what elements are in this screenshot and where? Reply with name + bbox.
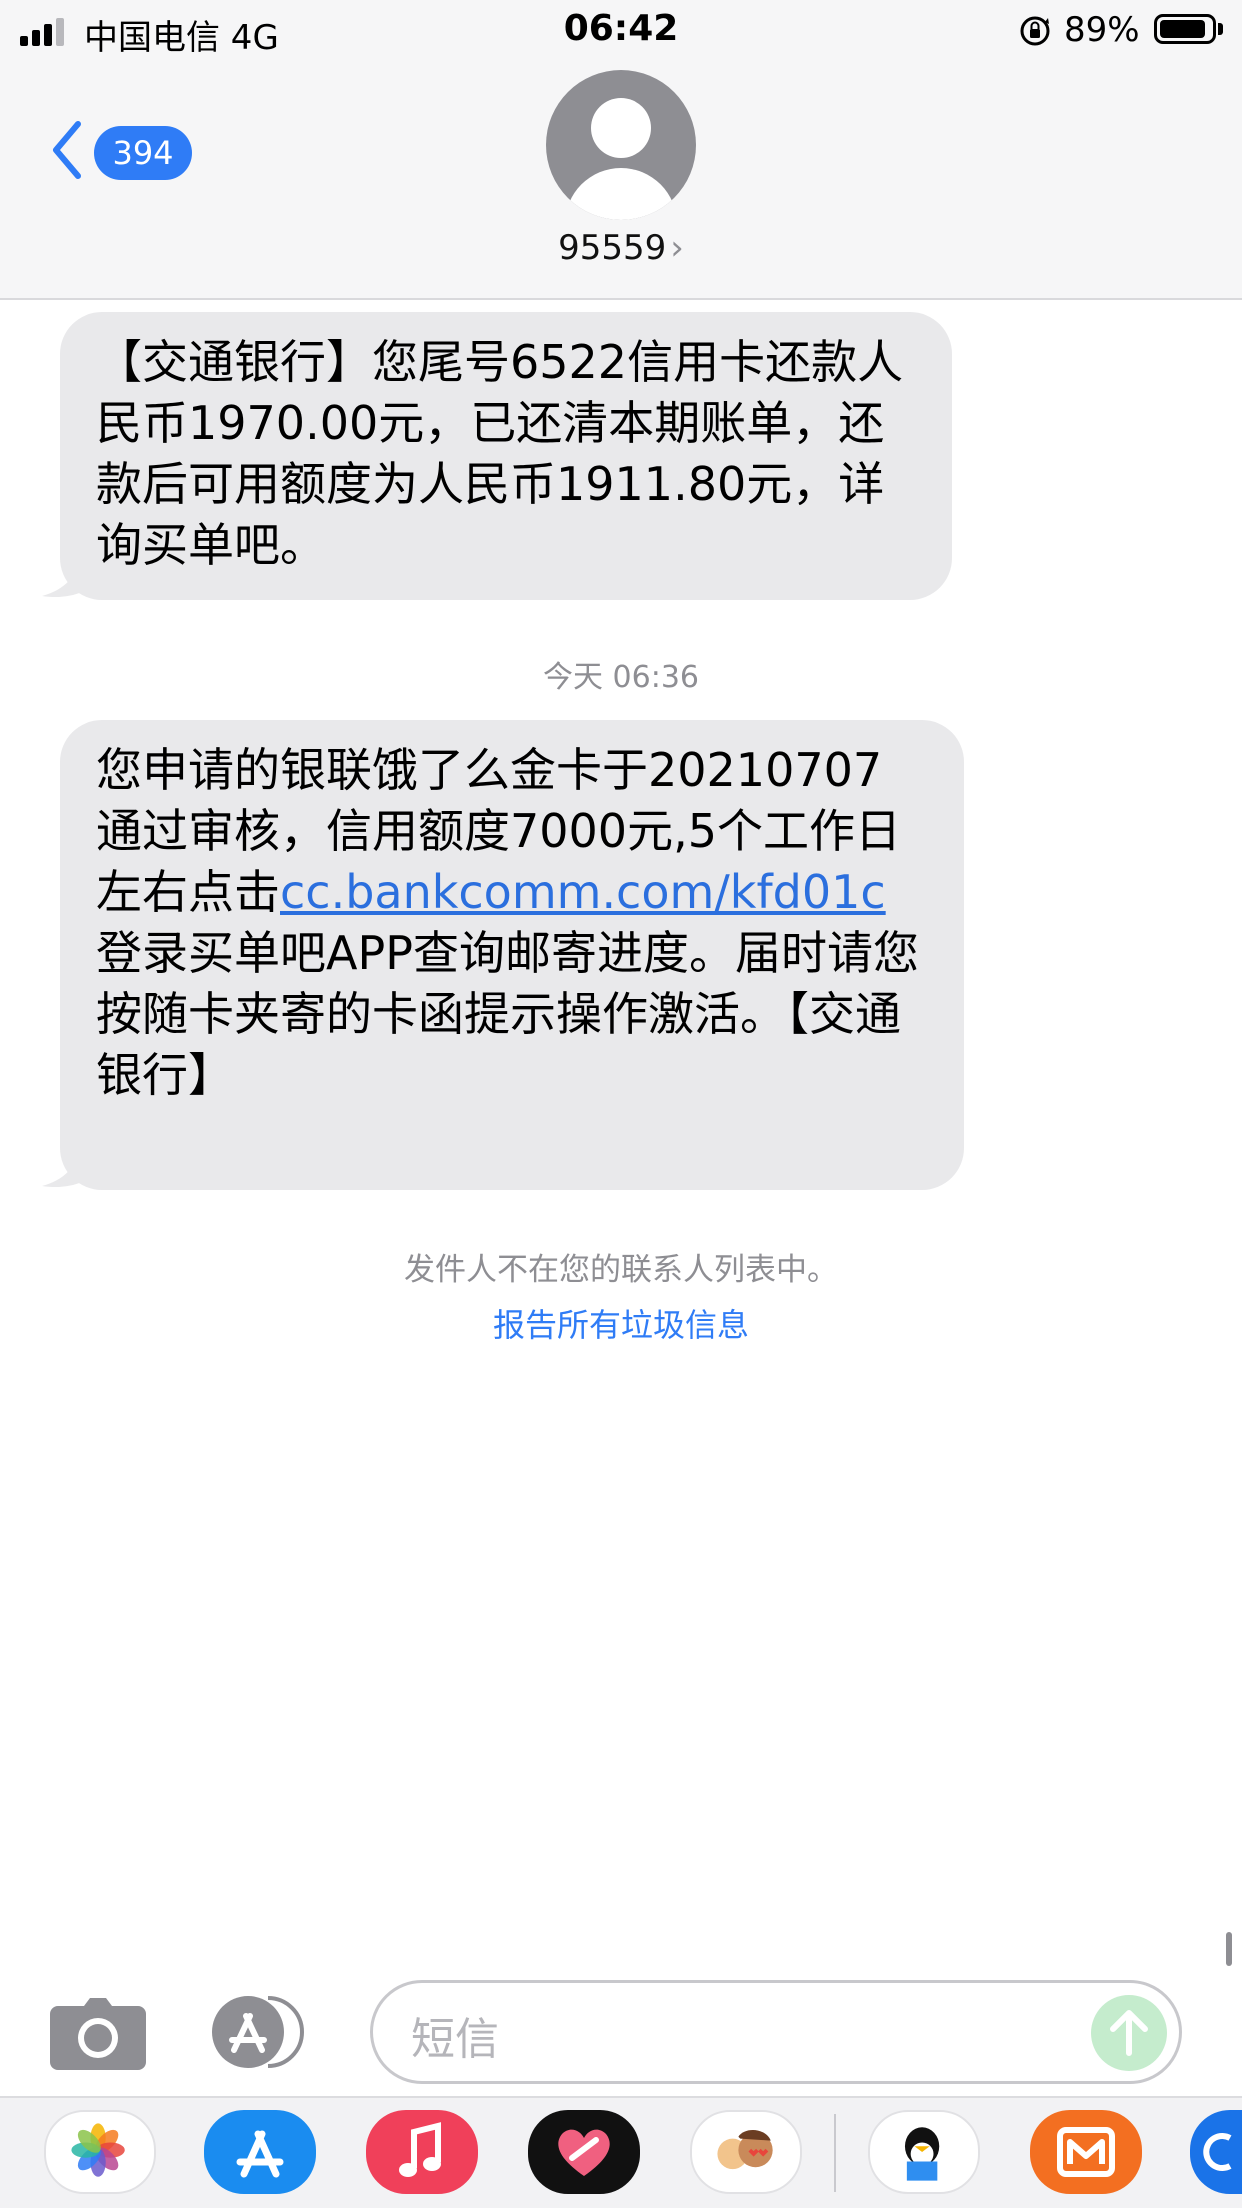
unknown-sender-notice: 发件人不在您的联系人列表中。 bbox=[404, 1252, 838, 1288]
battery-icon bbox=[1154, 14, 1216, 44]
mango-tv-app-icon[interactable] bbox=[1030, 2110, 1142, 2194]
app-store-app-icon[interactable] bbox=[204, 2110, 316, 2194]
bubble-tail bbox=[42, 1140, 102, 1188]
music-app-icon[interactable] bbox=[366, 2110, 478, 2194]
message-text: 登录买单吧APP查询邮寄进度。届时请您按随卡夹寄的卡函提示操作激活。【交通银行】 bbox=[96, 926, 919, 1102]
photos-app-icon[interactable] bbox=[44, 2110, 156, 2194]
message-bubble[interactable]: 您申请的银联饿了么金卡于20210707通过审核，信用额度7000元,5个工作日… bbox=[60, 720, 964, 1190]
message-text: 【交通银行】您尾号6522信用卡还款人民币1970.00元，已还清本期账单，还款… bbox=[96, 335, 904, 572]
app-store-icon[interactable] bbox=[210, 1994, 316, 2070]
send-arrow-icon bbox=[1110, 2010, 1148, 2056]
conversation-header: 394 95559 › bbox=[0, 62, 1242, 300]
heart-app-icon[interactable] bbox=[528, 2110, 640, 2194]
message-timestamp: 今天 06:36 bbox=[543, 660, 699, 695]
partial-app-icon[interactable] bbox=[1190, 2110, 1242, 2194]
report-junk-link[interactable]: 报告所有垃圾信息 bbox=[0, 1300, 1242, 1346]
scrollbar[interactable] bbox=[1226, 1932, 1232, 1966]
send-button[interactable] bbox=[1091, 1995, 1167, 2071]
chevron-right-icon: › bbox=[670, 228, 684, 268]
person-icon bbox=[591, 98, 651, 158]
back-button[interactable]: 394 bbox=[44, 112, 204, 192]
unread-count-badge: 394 bbox=[94, 126, 192, 180]
contact-avatar[interactable] bbox=[546, 70, 696, 220]
camera-icon[interactable] bbox=[50, 1996, 146, 2072]
compose-bar: 短信 bbox=[0, 1978, 1242, 2096]
rotation-lock-icon bbox=[1020, 16, 1050, 46]
contact-name: 95559 bbox=[558, 228, 667, 268]
message-bubble[interactable]: 【交通银行】您尾号6522信用卡还款人民币1970.00元，已还清本期账单，还款… bbox=[60, 312, 952, 600]
qq-app-icon[interactable] bbox=[868, 2110, 980, 2194]
message-input[interactable]: 短信 bbox=[370, 1980, 1182, 2084]
message-thread[interactable]: 【交通银行】您尾号6522信用卡还款人民币1970.00元，已还清本期账单，还款… bbox=[0, 300, 1242, 1980]
battery-tip bbox=[1218, 23, 1223, 35]
chevron-left-icon bbox=[53, 121, 81, 179]
memoji-app-icon[interactable] bbox=[690, 2110, 802, 2194]
battery-level-fill bbox=[1160, 20, 1205, 38]
bubble-tail bbox=[42, 550, 102, 598]
battery-percent: 89% bbox=[1064, 10, 1140, 50]
message-link[interactable]: cc.bankcomm.com/kfd01c bbox=[280, 865, 886, 919]
drawer-separator bbox=[834, 2114, 836, 2192]
contact-name-button[interactable]: 95559 › bbox=[0, 228, 1242, 268]
status-bar: 中国电信 4G 06:42 89% bbox=[0, 0, 1242, 62]
app-drawer bbox=[0, 2096, 1242, 2208]
clock: 06:42 bbox=[563, 8, 679, 49]
message-input-placeholder: 短信 bbox=[411, 2014, 499, 2065]
